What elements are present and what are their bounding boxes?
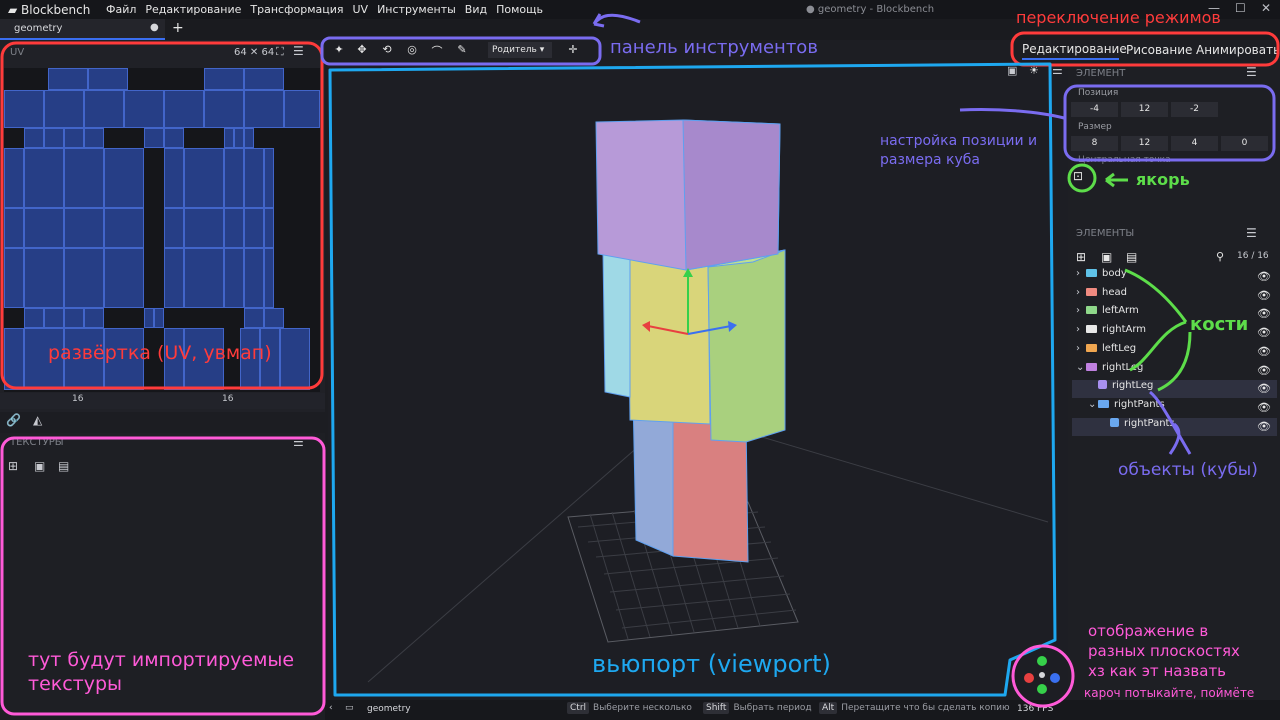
- annotation-objects: объекты (кубы): [1118, 460, 1258, 480]
- uv-annotation-outline: [0, 41, 324, 390]
- objects-annotation-arrows: [1149, 390, 1192, 455]
- annotation-gizmo-3: хз как эт назвать: [1088, 662, 1227, 680]
- annotation-gizmo-2: разных плоскостях: [1088, 642, 1240, 660]
- modes-annotation-outline: [1010, 31, 1280, 67]
- annotation-toolbar: панель инструментов: [610, 37, 818, 58]
- gizmo-annotation-circle: [1011, 644, 1075, 708]
- anchor-annotation-circle: [1067, 163, 1097, 193]
- annotation-modes: переключение режимов: [1016, 8, 1221, 27]
- annotation-position-size: настройка позиции и размера куба: [880, 133, 1038, 168]
- annotation-uv: развёртка (UV, увмап): [48, 342, 272, 364]
- position-annotation-outline: [1063, 84, 1276, 162]
- toolbar-annotation-outline: [320, 36, 602, 66]
- annotation-gizmo-4: кароч потыкайте, поймёте: [1084, 686, 1255, 700]
- annotation-bones: кости: [1190, 314, 1249, 335]
- annotation-gizmo-1: отображение в: [1088, 622, 1209, 640]
- annotation-anchor: якорь: [1136, 170, 1190, 189]
- toolbar-annotation-arrow: [592, 13, 641, 28]
- annotation-viewport: вьюпорт (viewport): [592, 650, 831, 678]
- bones-annotation-arrows: [1124, 268, 1192, 392]
- annotation-textures: тут будут импортируемые текстуры: [28, 649, 295, 695]
